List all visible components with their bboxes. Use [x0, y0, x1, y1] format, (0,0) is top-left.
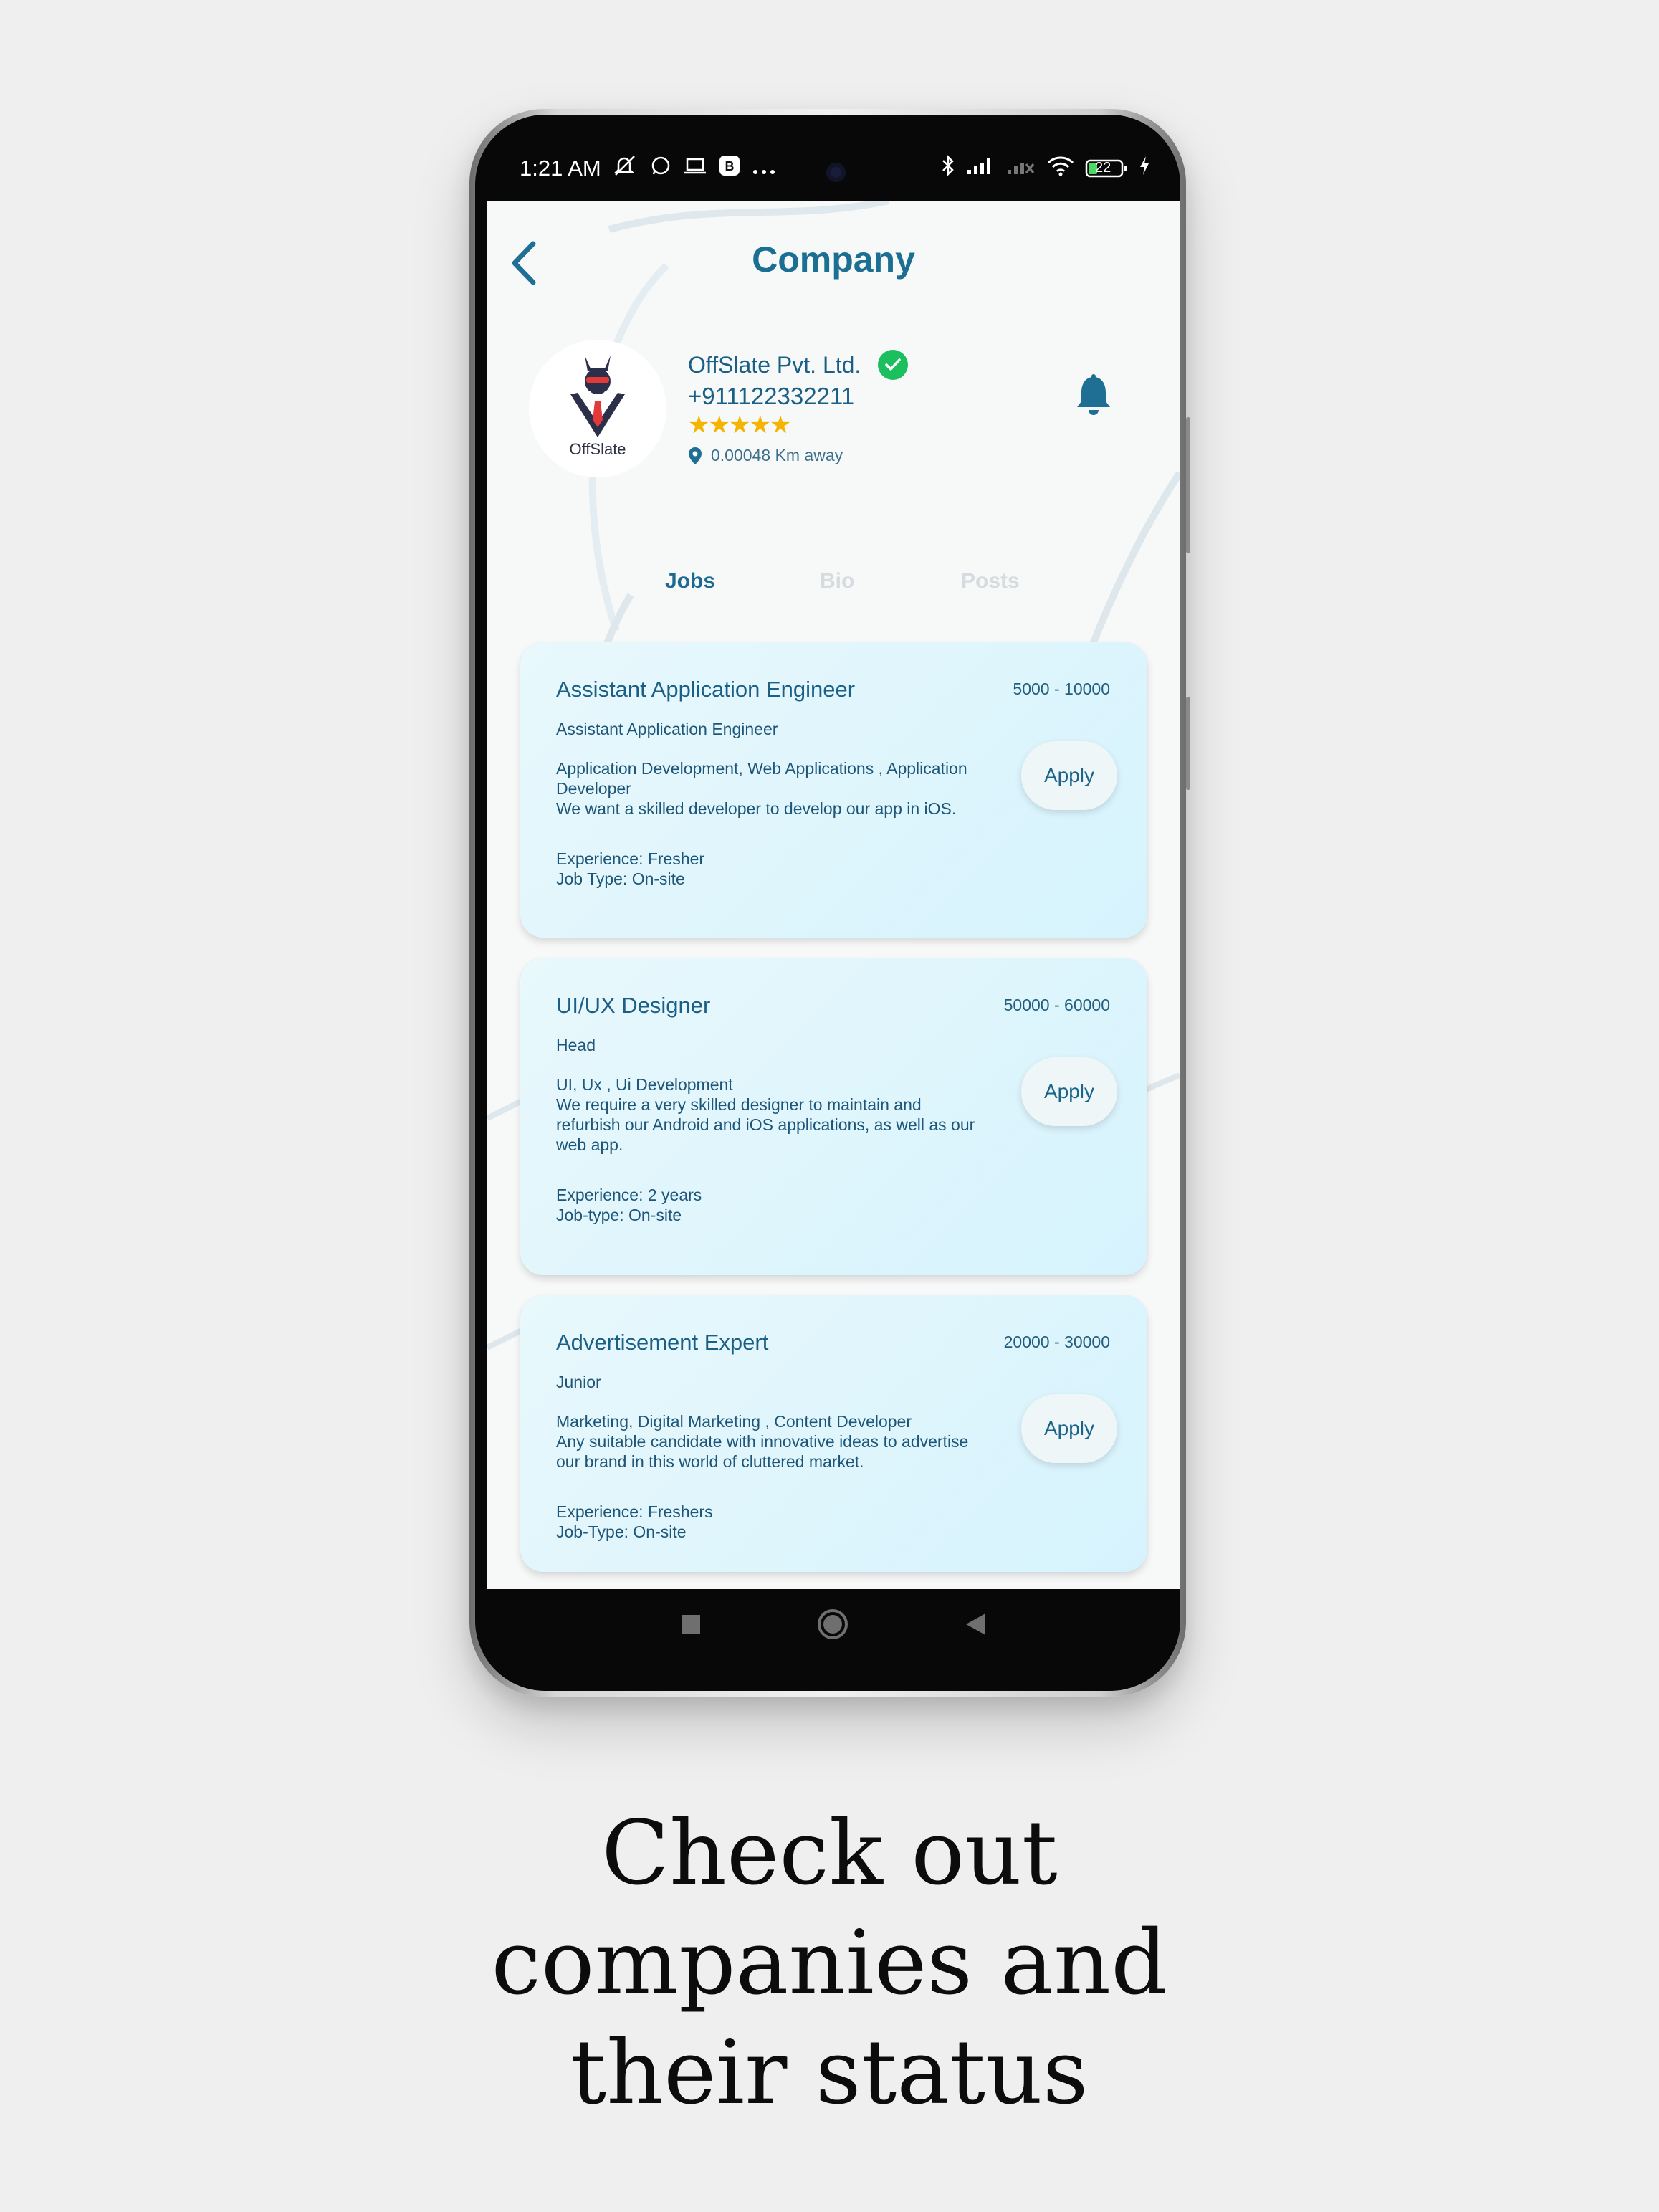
mute-icon [613, 154, 639, 183]
job-card[interactable]: Assistant Application Engineer 5000 - 10… [520, 642, 1147, 938]
phone-body: 1:21 AM B 22 Company OffSlate OffSlate P… [475, 115, 1180, 1691]
system-nav-bar [487, 1589, 1180, 1659]
job-salary: 20000 - 30000 [1003, 1333, 1110, 1351]
job-meta: Experience: Fresher Job Type: On-site [556, 849, 705, 888]
distance-text: 0.00048 Km away [711, 446, 843, 464]
company-tabs: Jobs Bio Posts [487, 569, 1180, 612]
job-meta: Experience: Freshers Job-Type: On-site [556, 1502, 713, 1541]
app-header: Company [487, 201, 1180, 315]
battery-icon: 22 [1085, 158, 1128, 178]
job-salary: 5000 - 10000 [1013, 680, 1110, 698]
charging-icon [1138, 155, 1151, 181]
notification-button[interactable] [1075, 374, 1112, 416]
rating-stars: ★★★★★ [688, 411, 791, 439]
job-role: Head [556, 1036, 596, 1054]
job-description: Application Development, Web Application… [556, 759, 967, 818]
volume-button [1186, 417, 1190, 553]
back-triangle-icon[interactable] [964, 1612, 987, 1636]
location-pin-icon [689, 447, 702, 464]
job-title: UI/UX Designer [556, 993, 711, 1018]
company-info: OffSlate Pvt. Ltd. +911122332211 ★★★★★ 0… [688, 348, 1046, 465]
apply-button[interactable]: Apply [1021, 1394, 1117, 1463]
company-logo: OffSlate [529, 340, 666, 477]
signal-2-icon [1006, 156, 1036, 181]
company-name: OffSlate Pvt. Ltd. [688, 351, 861, 378]
job-meta: Experience: 2 years Job-type: On-site [556, 1186, 702, 1224]
bluetooth-icon [940, 153, 956, 183]
job-role: Junior [556, 1373, 601, 1391]
job-salary: 50000 - 60000 [1003, 996, 1110, 1014]
status-left: 1:21 AM B [520, 154, 776, 183]
more-notifications-icon [752, 156, 776, 181]
tab-posts[interactable]: Posts [961, 569, 1020, 593]
svg-text:B: B [725, 159, 734, 173]
tab-jobs[interactable]: Jobs [665, 569, 715, 593]
apply-button[interactable]: Apply [1021, 741, 1117, 810]
job-card[interactable]: UI/UX Designer 50000 - 60000 Head UI, Ux… [520, 958, 1147, 1275]
battery-level: 22 [1095, 159, 1111, 176]
job-description: Marketing, Digital Marketing , Content D… [556, 1412, 969, 1471]
bell-icon [1077, 374, 1110, 415]
wifi-icon [1046, 155, 1075, 181]
status-bar: 1:21 AM B 22 [487, 136, 1180, 201]
job-role: Assistant Application Engineer [556, 720, 778, 738]
apply-button[interactable]: Apply [1021, 1057, 1117, 1126]
company-profile: OffSlate OffSlate Pvt. Ltd. +91112233221… [529, 340, 1152, 490]
app-screen: Company OffSlate OffSlate Pvt. Ltd. +911… [487, 201, 1180, 1589]
laptop-icon [683, 156, 707, 181]
distance-row: 0.00048 Km away [688, 446, 1046, 465]
phone-frame: 1:21 AM B 22 Company OffSlate OffSlate P… [469, 109, 1190, 1697]
job-title: Advertisement Expert [556, 1330, 769, 1355]
tab-bio[interactable]: Bio [820, 569, 854, 593]
job-description: UI, Ux , Ui Development We require a ver… [556, 1075, 975, 1154]
b-app-icon: B [719, 155, 740, 182]
promo-caption: Check out companies and their status [491, 1802, 1168, 2125]
page-title: Company [752, 239, 915, 280]
signal-icon [966, 156, 996, 181]
whatsapp-icon [650, 155, 671, 182]
front-camera [826, 163, 846, 182]
home-icon[interactable] [816, 1608, 849, 1641]
verified-check-icon [878, 350, 909, 380]
logo-wordmark: OffSlate [569, 440, 626, 458]
company-phone: +911122332211 [688, 383, 855, 409]
job-card[interactable]: Advertisement Expert 20000 - 30000 Junio… [520, 1295, 1147, 1572]
status-time: 1:21 AM [520, 156, 601, 181]
power-button [1186, 697, 1190, 790]
status-right: 22 [940, 153, 1151, 183]
job-title: Assistant Application Engineer [556, 677, 856, 702]
company-name-row: OffSlate Pvt. Ltd. [688, 348, 1046, 381]
recents-icon[interactable] [680, 1613, 702, 1635]
